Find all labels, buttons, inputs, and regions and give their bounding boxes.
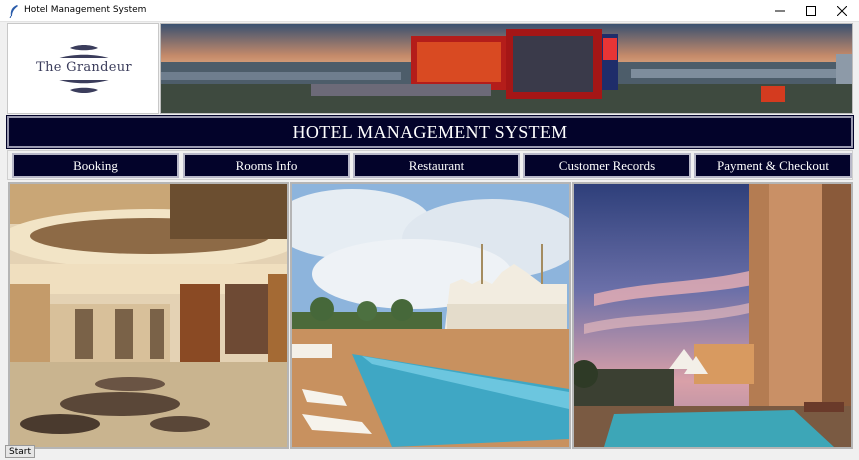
start-button[interactable]: Start bbox=[5, 445, 35, 458]
payment-checkout-button[interactable]: Payment & Checkout bbox=[694, 153, 852, 178]
lobby-photo bbox=[8, 182, 289, 449]
title-bar: Hotel Management System bbox=[0, 0, 859, 22]
hotel-logo: The Grandeur bbox=[7, 23, 159, 114]
dusk-pool-photo bbox=[572, 182, 853, 449]
maximize-button[interactable] bbox=[795, 0, 827, 22]
main-window: The Grandeur HOTEL MANAGEMENT SYSTEM Boo… bbox=[4, 22, 855, 456]
rooftop-pool-photo bbox=[290, 182, 571, 449]
main-nav: Booking Rooms Info Restaurant Customer R… bbox=[7, 150, 853, 180]
close-icon bbox=[837, 6, 847, 16]
window-title: Hotel Management System bbox=[24, 5, 147, 15]
restaurant-button[interactable]: Restaurant bbox=[353, 153, 520, 178]
header-banner: HOTEL MANAGEMENT SYSTEM bbox=[6, 115, 854, 149]
customer-records-button[interactable]: Customer Records bbox=[523, 153, 691, 178]
minimize-icon bbox=[775, 10, 785, 12]
close-button[interactable] bbox=[826, 0, 858, 22]
feather-icon bbox=[9, 5, 18, 18]
rooms-info-button[interactable]: Rooms Info bbox=[183, 153, 350, 178]
maximize-icon bbox=[806, 6, 816, 16]
logo-text: The Grandeur bbox=[36, 60, 132, 75]
minimize-button[interactable] bbox=[764, 0, 796, 22]
booking-button[interactable]: Booking bbox=[12, 153, 179, 178]
page-title: HOTEL MANAGEMENT SYSTEM bbox=[292, 122, 568, 142]
banner-image bbox=[160, 23, 853, 114]
